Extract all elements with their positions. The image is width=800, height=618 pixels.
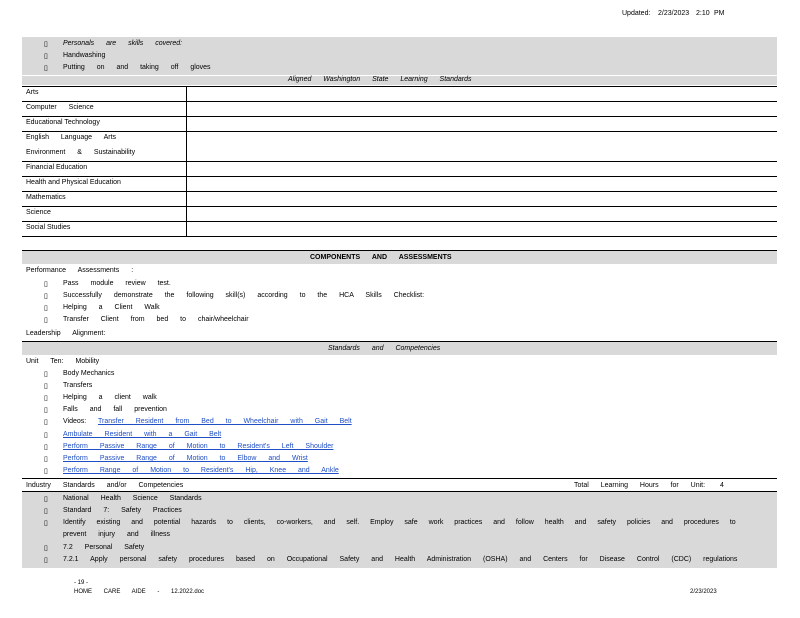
performance-label: Performance Assessments : (26, 267, 134, 274)
bullet-icon: ▯ (44, 468, 48, 475)
subject-row: Arts (26, 89, 39, 96)
subject-row: English Language Arts (26, 134, 117, 141)
bullet-icon: ▯ (44, 383, 48, 390)
subject-row: Educational Technology (26, 119, 100, 126)
bullet-icon: ▯ (44, 53, 48, 60)
video-link[interactable]: Perform Passive Range of Motion to Resid… (63, 443, 333, 450)
bullet-icon: ▯ (44, 281, 48, 288)
bullet-icon: ▯ (44, 317, 48, 324)
footer-page-number: - 19 - (74, 580, 89, 586)
subject-row: Environment & Sustainability (26, 149, 136, 156)
industry-item: 7.2 Personal Safety (63, 544, 145, 551)
industry-item: Identify existing and potential hazards … (63, 519, 736, 526)
components-header: COMPONENTS AND ASSESSMENTS (310, 254, 452, 261)
updated-ampm: PM (714, 10, 725, 17)
performance-item: Successfully demonstrate the following s… (63, 292, 425, 299)
bullet-icon: ▯ (44, 395, 48, 402)
bullet-icon: ▯ (44, 305, 48, 312)
unit-item: Body Mechanics (63, 370, 115, 377)
bullet-icon: ▯ (44, 520, 48, 527)
unit-label: Unit Ten: Mobility (26, 358, 100, 365)
bullet-icon: ▯ (44, 293, 48, 300)
skill-item: Putting on and taking off gloves (63, 64, 211, 71)
bullet-icon: ▯ (44, 65, 48, 72)
unit-item: Transfers (63, 382, 93, 389)
subject-row: Science (26, 209, 51, 216)
unit-item: Helping a client walk (63, 394, 157, 401)
industry-item: 7.2.1 Apply personal safety procedures b… (63, 556, 738, 563)
updated-time: 2:10 (696, 10, 710, 17)
footer-date: 2/23/2023 (690, 589, 717, 595)
subject-row: Mathematics (26, 194, 66, 201)
footer-doc-name: HOME CARE AIDE - 12.2022.doc (74, 589, 205, 595)
skill-item: Handwashing (63, 52, 106, 59)
bullet-icon: ▯ (44, 557, 48, 564)
unit-item: Videos: (63, 418, 87, 425)
performance-item: Helping a Client Walk (63, 304, 160, 311)
updated-label: Updated: (622, 10, 651, 17)
video-link[interactable]: Ambulate Resident with a Gait Belt (63, 431, 221, 438)
bullet-icon: ▯ (44, 508, 48, 515)
performance-item: Transfer Client from bed to chair/wheelc… (63, 316, 249, 323)
bullet-icon: ▯ (44, 407, 48, 414)
subject-row: Social Studies (26, 224, 71, 231)
bullet-icon: ▯ (44, 41, 48, 48)
video-link-transfer[interactable]: Transfer Resident from Bed to Wheelchair… (98, 418, 352, 425)
bullet-icon: ▯ (44, 545, 48, 552)
performance-item: Pass module review test. (63, 280, 171, 287)
industry-item: National Health Science Standards (63, 495, 202, 502)
video-link[interactable]: Perform Range of Motion to Resident's Hi… (63, 467, 339, 474)
updated-date: 2/23/2023 (658, 10, 690, 17)
industry-item-continued: prevent injury and illness (63, 531, 171, 538)
leadership-label: Leadership Alignment: (26, 330, 106, 337)
hours-value: 4 (720, 482, 724, 489)
industry-label: Industry Standards and/or Competencies (26, 482, 184, 489)
subject-row: Computer Science (26, 104, 94, 111)
unit-item: Falls and fall prevention (63, 406, 167, 413)
video-link[interactable]: Perform Passive Range of Motion to Elbow… (63, 455, 308, 462)
bullet-icon: ▯ (44, 496, 48, 503)
subject-row: Financial Education (26, 164, 88, 171)
bullet-icon: ▯ (44, 432, 48, 439)
skills-covered-heading: Personals are skills covered: (63, 40, 183, 47)
bullet-icon: ▯ (44, 419, 48, 426)
aligned-header: Aligned Washington State Learning Standa… (288, 76, 472, 83)
bullet-icon: ▯ (44, 444, 48, 451)
hours-label: Total Learning Hours for Unit: (574, 482, 706, 489)
bullet-icon: ▯ (44, 456, 48, 463)
bullet-icon: ▯ (44, 371, 48, 378)
industry-item: Standard 7: Safety Practices (63, 507, 182, 514)
standards-header: Standards and Competencies (328, 345, 441, 352)
subject-row: Health and Physical Education (26, 179, 121, 186)
